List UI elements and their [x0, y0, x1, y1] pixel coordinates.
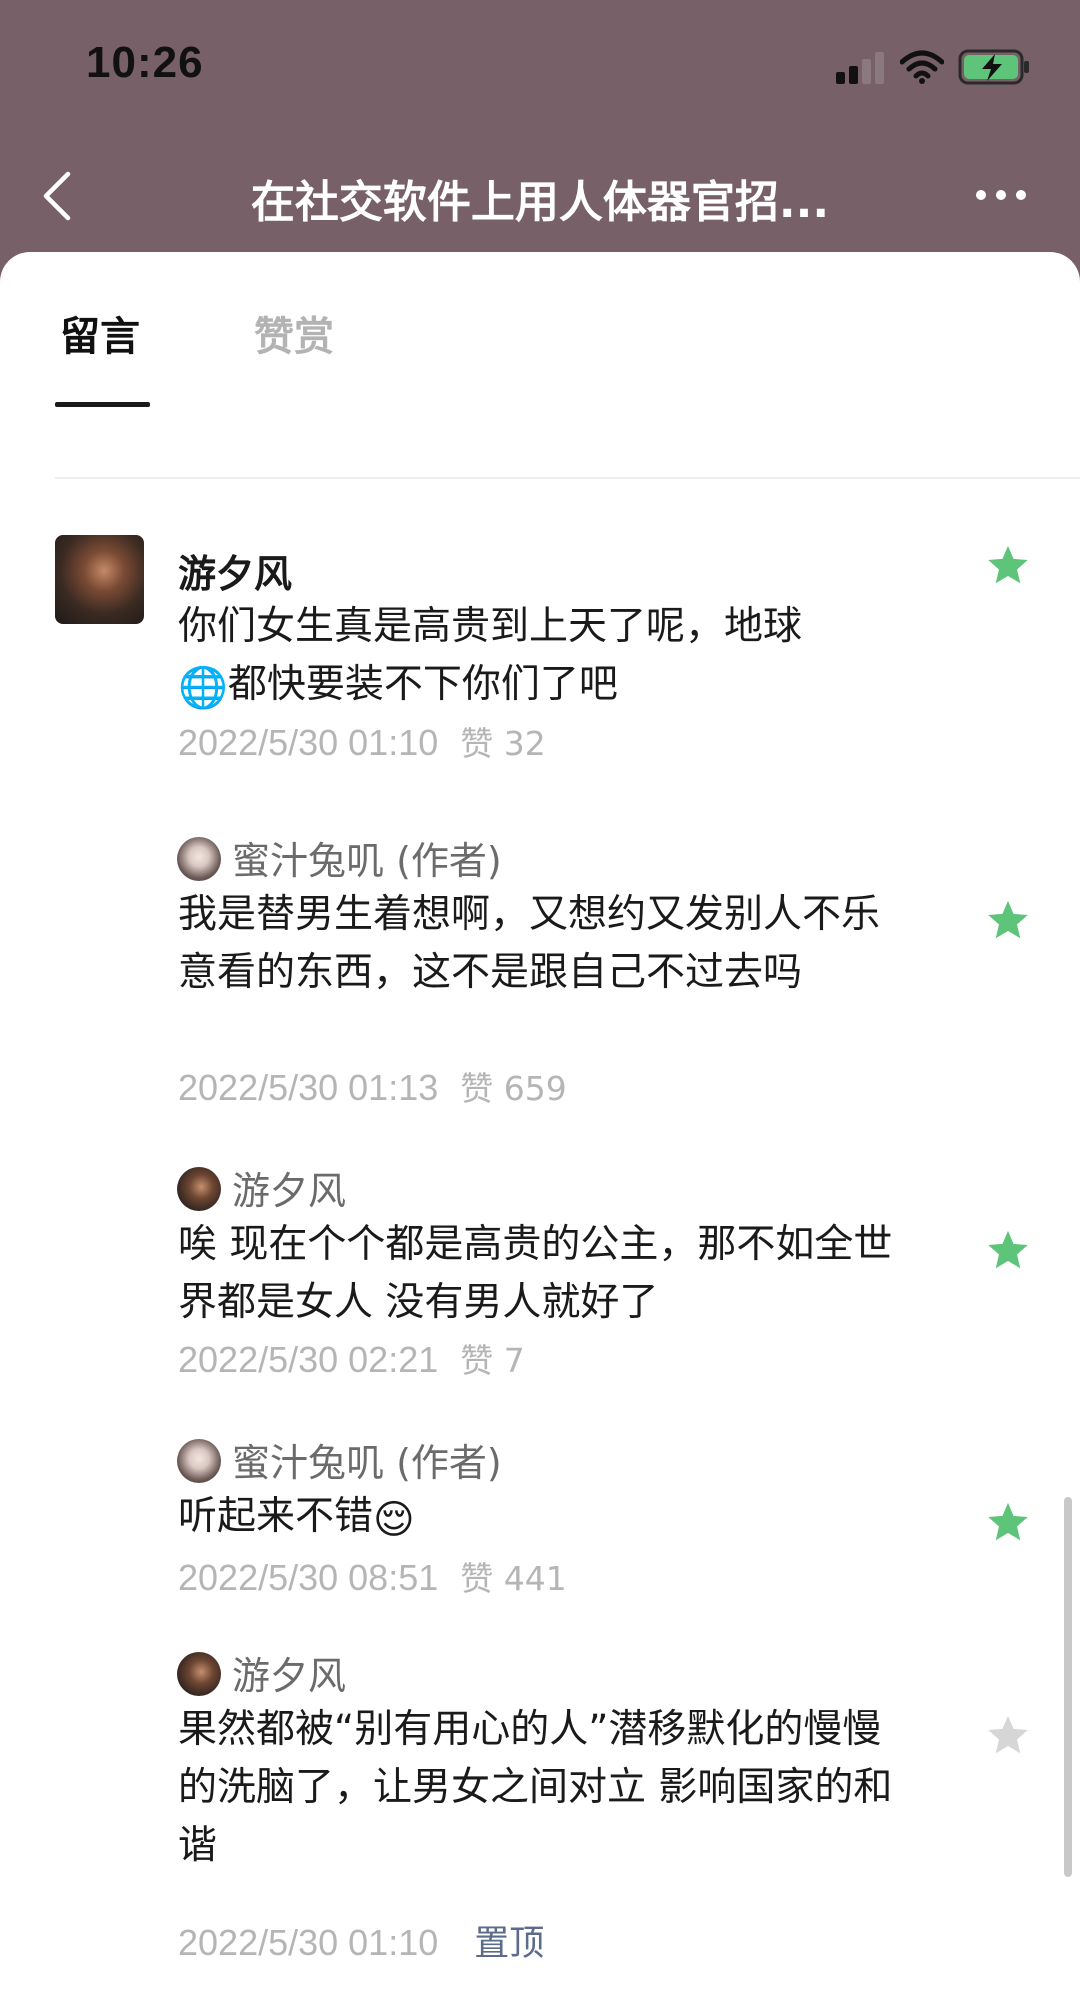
- comment-meta: 2022/5/30 08:51 赞 441: [178, 1552, 567, 1600]
- navigation-bar: 在社交软件上用人体器官招...: [0, 140, 1080, 250]
- comment-username[interactable]: 游夕风: [178, 543, 292, 598]
- tab-rewards[interactable]: 赞赏: [254, 304, 334, 362]
- status-bar: 10:26: [0, 0, 1080, 140]
- globe-emoji: 🌐: [178, 665, 228, 711]
- relieved-face-emoji: 😌: [373, 1497, 415, 1543]
- avatar[interactable]: [177, 837, 221, 881]
- wifi-icon: [900, 50, 944, 84]
- comment-meta: 2022/5/30 01:10 置顶: [178, 1915, 544, 1966]
- comment-date: 2022/5/30 08:51: [178, 1557, 439, 1598]
- comment-meta: 2022/5/30 02:21 赞 7: [178, 1334, 525, 1382]
- comments-sheet: 留言 赞赏 游夕风 你们女生真是高贵到上天了呢，地球 🌐都快要装不下你们了吧 2…: [0, 252, 1080, 1995]
- comment-text-line: 你们女生真是高贵到上天了呢，地球: [178, 604, 803, 649]
- reply-item: 游夕风 果然都被“别有用心的人”潜移默化的慢慢的洗脑了，让男女之间对立 影响国家…: [0, 1645, 1080, 1985]
- reply-item: 游夕风 唉 现在个个都是高贵的公主，那不如全世界都是女人 没有男人就好了 202…: [0, 1160, 1080, 1420]
- reply-item: 蜜汁兔叽 (作者) 听起来不错😌 2022/5/30 08:51 赞 441: [0, 1432, 1080, 1632]
- divider: [55, 477, 1080, 479]
- comment-text-content: 听起来不错: [178, 1494, 374, 1539]
- comment-date: 2022/5/30 01:10: [178, 722, 439, 763]
- tab-bar: 留言 赞赏: [0, 252, 1080, 412]
- reply-username[interactable]: 蜜汁兔叽 (作者): [232, 830, 502, 885]
- reply-username[interactable]: 蜜汁兔叽 (作者): [232, 1432, 502, 1487]
- page-title: 在社交软件上用人体器官招...: [250, 177, 830, 228]
- reply-username[interactable]: 游夕风: [232, 1160, 346, 1215]
- pin-to-top-button[interactable]: 置顶: [474, 1924, 544, 1964]
- avatar[interactable]: [177, 1652, 221, 1696]
- cellular-signal-icon: [836, 50, 886, 84]
- like-count[interactable]: 赞 32: [460, 724, 545, 763]
- active-tab-indicator: [55, 402, 150, 407]
- like-count[interactable]: 赞 659: [460, 1069, 566, 1108]
- like-count[interactable]: 赞 7: [460, 1341, 525, 1380]
- star-icon[interactable]: [985, 543, 1031, 589]
- comment-date: 2022/5/30 02:21: [178, 1339, 439, 1380]
- star-icon[interactable]: [985, 898, 1031, 944]
- avatar[interactable]: [177, 1439, 221, 1483]
- avatar[interactable]: [177, 1167, 221, 1211]
- star-icon[interactable]: [985, 1713, 1031, 1759]
- comment-text: 我是替男生着想啊，又想约又发别人不乐意看的东西，这不是跟自己不过去吗: [178, 892, 881, 995]
- battery-charging-icon: [958, 49, 1029, 85]
- comment-date: 2022/5/30 01:13: [178, 1067, 439, 1108]
- back-chevron-icon[interactable]: [38, 168, 78, 224]
- tab-comments[interactable]: 留言: [60, 304, 140, 362]
- comment-text-line: 🌐都快要装不下你们了吧: [178, 656, 898, 714]
- star-icon[interactable]: [985, 1500, 1031, 1546]
- comment-text: 唉 现在个个都是高贵的公主，那不如全世界都是女人 没有男人就好了: [178, 1222, 893, 1325]
- comment-text: 果然都被“别有用心的人”潜移默化的慢慢的洗脑了，让男女之间对立 影响国家的和谐: [178, 1707, 893, 1868]
- reply-username[interactable]: 游夕风: [232, 1645, 346, 1700]
- reply-item: 蜜汁兔叽 (作者) 我是替男生着想啊，又想约又发别人不乐意看的东西，这不是跟自己…: [0, 830, 1080, 1150]
- status-time: 10:26: [86, 38, 204, 87]
- avatar[interactable]: [55, 535, 144, 624]
- more-options-icon[interactable]: [976, 180, 1030, 210]
- comment-date: 2022/5/30 01:10: [178, 1922, 439, 1963]
- comment-text-line-rest: 都快要装不下你们了吧: [227, 662, 618, 707]
- star-icon[interactable]: [985, 1228, 1031, 1274]
- like-count[interactable]: 赞 441: [460, 1559, 566, 1598]
- comment-text: 你们女生真是高贵到上天了呢，地球 🌐都快要装不下你们了吧: [178, 598, 898, 714]
- comment-meta: 2022/5/30 01:13 赞 659: [178, 1062, 567, 1110]
- comment-meta: 2022/5/30 01:10 赞 32: [178, 717, 546, 765]
- scrollbar[interactable]: [1064, 1497, 1072, 1877]
- comment-text: 听起来不错😌: [178, 1488, 898, 1546]
- comment-item: 游夕风 你们女生真是高贵到上天了呢，地球 🌐都快要装不下你们了吧 2022/5/…: [0, 535, 1080, 795]
